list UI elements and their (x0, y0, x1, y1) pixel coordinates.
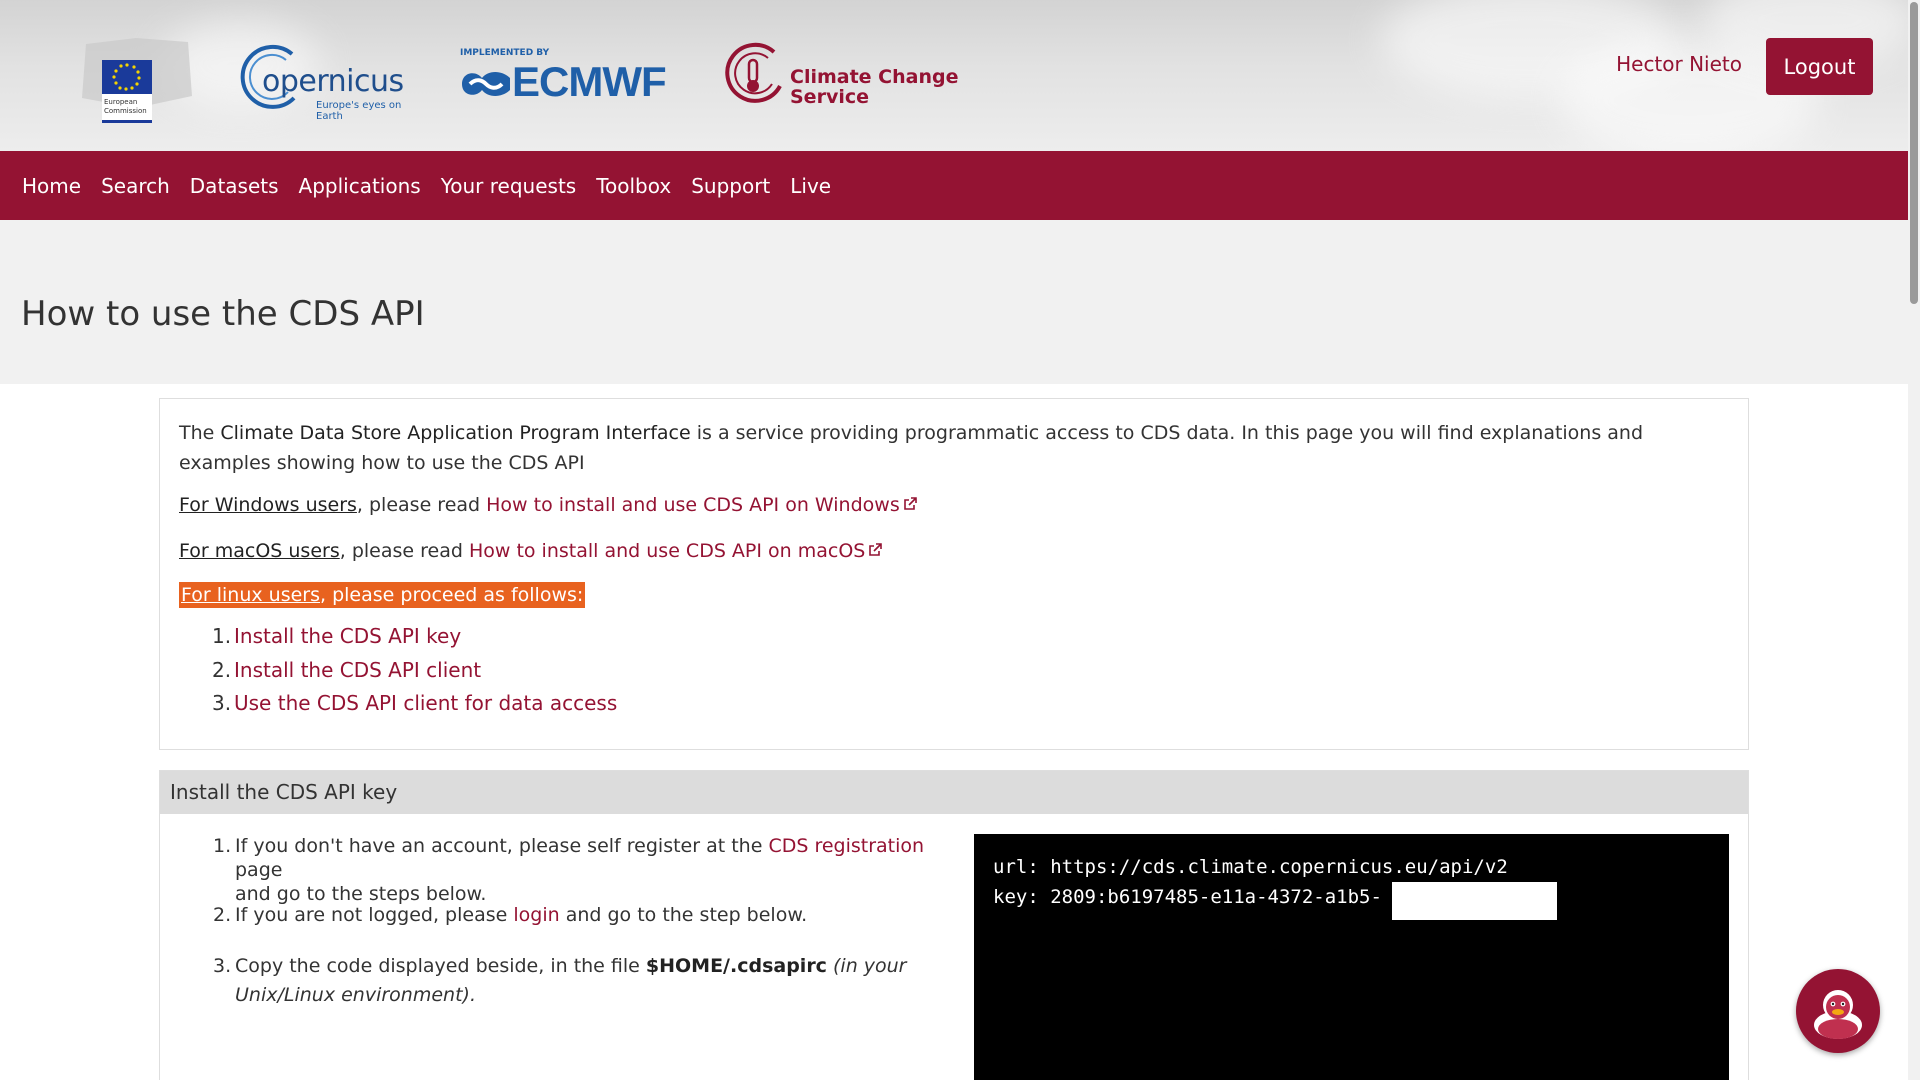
list-item: 1. Install the CDS API key (212, 620, 617, 654)
linux-highlight: For linux users, please proceed as follo… (179, 582, 586, 608)
linux-row: For linux users, please proceed as follo… (179, 582, 586, 608)
install-key-link[interactable]: Install the CDS API key (234, 624, 461, 648)
external-link-icon (869, 543, 883, 556)
step-number: 1. (212, 624, 232, 648)
section-header (160, 771, 1748, 814)
user-name-link[interactable]: Hector Nieto (1616, 52, 1742, 76)
c3s-line-2: Service (790, 86, 869, 108)
step3-italic-2: Unix/Linux environment). (235, 984, 476, 1006)
external-link-icon (903, 497, 917, 510)
duck-chat-icon (1814, 990, 1862, 1039)
cds-registration-link[interactable]: CDS registration (768, 835, 924, 857)
linux-users-label: For linux users (181, 584, 320, 606)
step2-post: and go to the step below. (559, 904, 808, 926)
step3-italic-1: (in your (833, 955, 907, 977)
nav-live[interactable]: Live (780, 174, 841, 198)
site-header: European Commission opernicus Europe's e… (0, 0, 1908, 151)
climate-change-service-logo[interactable]: Climate Change Service (722, 42, 962, 112)
list-item: 3. Use the CDS API client for data access (212, 687, 617, 721)
windows-row: For Windows users, please read How to in… (179, 494, 918, 516)
use-client-link[interactable]: Use the CDS API client for data access (234, 691, 617, 715)
intro-paragraph: The Climate Data Store Application Progr… (179, 418, 1699, 478)
nav-datasets[interactable]: Datasets (180, 174, 289, 198)
ecmwf-logo[interactable]: IMPLEMENTED BY ECMWF (456, 48, 696, 112)
nav-home[interactable]: Home (12, 174, 91, 198)
logout-button[interactable]: Logout (1766, 38, 1873, 95)
code-key-line: key: 2809:b6197485-e11a-4372-a1b5- (993, 886, 1382, 908)
nav-toolbox[interactable]: Toolbox (586, 174, 681, 198)
ec-logo-text-1: European (104, 98, 138, 106)
nav-applications[interactable]: Applications (289, 174, 431, 198)
step-number: 3. (213, 955, 232, 977)
nav-your-requests[interactable]: Your requests (431, 174, 587, 198)
redacted-key-part (1392, 882, 1557, 920)
code-url-line: url: https://cds.climate.copernicus.eu/a… (993, 856, 1508, 878)
windows-users-label: For Windows users (179, 494, 357, 516)
nav-support[interactable]: Support (681, 174, 780, 198)
nav-search[interactable]: Search (91, 174, 180, 198)
linux-steps-list: 1. Install the CDS API key 2. Install the … (212, 620, 617, 721)
european-commission-logo[interactable]: European Commission (76, 36, 198, 124)
key-step-1: 1. If you don't have an account, please … (213, 834, 955, 906)
step-number: 2. (212, 657, 232, 682)
windows-guide-link[interactable]: How to install and use CDS API on Window… (486, 494, 900, 516)
ec-logo-text-2: Commission (104, 107, 147, 115)
section-title: Install the CDS API key (170, 780, 398, 804)
copernicus-logo[interactable]: opernicus Europe's eyes on Earth (236, 40, 426, 122)
macos-row: For macOS users, please read How to inst… (179, 540, 883, 562)
macos-users-label: For macOS users (179, 540, 340, 562)
intro-pre: The (179, 422, 221, 444)
cdsapirc-filename: $HOME/.cdsapirc (645, 955, 827, 977)
ecmwf-caption: IMPLEMENTED BY (460, 48, 550, 58)
windows-middle: , please read (356, 494, 487, 516)
key-step-2: 2. If you are not logged, please login a… (213, 903, 955, 927)
copernicus-tagline: Europe's eyes on Earth (316, 100, 402, 122)
step-number: 2. (213, 904, 232, 926)
chat-support-button[interactable] (1796, 969, 1880, 1053)
install-client-link[interactable]: Install the CDS API client (234, 658, 481, 682)
step3-pre: Copy the code displayed beside, in the f… (235, 955, 646, 977)
copernicus-name: opernicus (262, 64, 404, 99)
step-number: 1. (213, 835, 232, 857)
linux-rest: , please proceed as follows: (320, 584, 584, 606)
step2-pre: If you are not logged, please (235, 904, 514, 926)
step1-line2: and go to the steps below. (235, 883, 487, 905)
main-nav: Home Search Datasets Applications Your r… (0, 151, 1908, 220)
page-title: How to use the CDS API (21, 294, 425, 334)
step1-pre: If you don't have an account, please sel… (235, 835, 769, 857)
c3s-line-1: Climate Change (790, 66, 959, 88)
list-item: 2. Install the CDS API client (212, 654, 617, 688)
scrollbar-thumb[interactable] (1910, 2, 1918, 304)
step1-post: page (235, 859, 283, 881)
login-link[interactable]: login (513, 904, 559, 926)
key-step-3: 3. Copy the code displayed beside, in th… (213, 952, 955, 1010)
step-number: 3. (212, 691, 232, 715)
macos-guide-link[interactable]: How to install and use CDS API on macOS (469, 540, 865, 562)
ecmwf-name: ECMWF (512, 58, 667, 105)
macos-middle: , please read (339, 540, 469, 562)
intro-strong: Climate Data Store Application Program I… (220, 422, 691, 444)
